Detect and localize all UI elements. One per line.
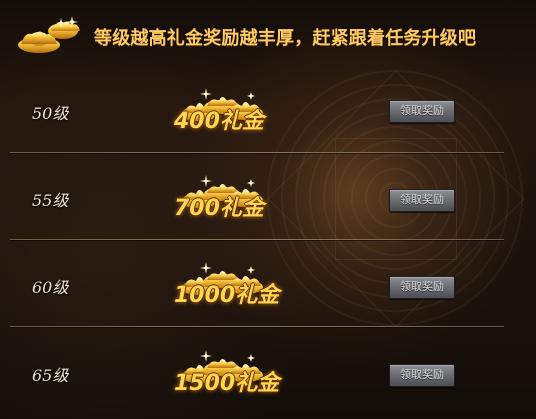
level-label: 55级 (32, 191, 69, 210)
reward-description: 等级越高礼金奖励越丰厚，赶紧跟着任务升级吧 (94, 28, 477, 49)
reward-header: 等级越高礼金奖励越丰厚，赶紧跟着任务升级吧 (0, 0, 536, 64)
reward-panel: 等级越高礼金奖励越丰厚，赶紧跟着任务升级吧 50级 400礼金 领取奖励 55级… (0, 0, 536, 419)
reward-row: 50级 400礼金 领取奖励 (10, 66, 504, 153)
reward-row: 65级 1500礼金 领取奖励 (10, 328, 504, 415)
reward-display: 1500礼金 (165, 338, 305, 410)
reward-display: 1000礼金 (165, 250, 305, 322)
claim-reward-button[interactable]: 领取奖励 (389, 189, 455, 212)
reward-label: 1000礼金 (174, 283, 280, 308)
claim-reward-button[interactable]: 领取奖励 (389, 276, 455, 299)
level-label: 60级 (32, 278, 69, 297)
gold-ingot-icon (18, 16, 80, 53)
claim-reward-button[interactable]: 领取奖励 (389, 364, 455, 387)
reward-display: 400礼金 (165, 76, 305, 148)
level-label: 50级 (32, 104, 69, 123)
reward-label: 1500礼金 (174, 371, 280, 396)
row-divider (10, 326, 504, 327)
reward-row: 60级 1000礼金 领取奖励 (10, 240, 504, 327)
claim-reward-button[interactable]: 领取奖励 (389, 100, 455, 123)
reward-row: 55级 700礼金 领取奖励 (10, 153, 504, 240)
reward-label: 700礼金 (174, 196, 264, 221)
level-label: 65级 (32, 366, 69, 385)
reward-label: 400礼金 (174, 109, 264, 134)
reward-display: 700礼金 (165, 163, 305, 235)
